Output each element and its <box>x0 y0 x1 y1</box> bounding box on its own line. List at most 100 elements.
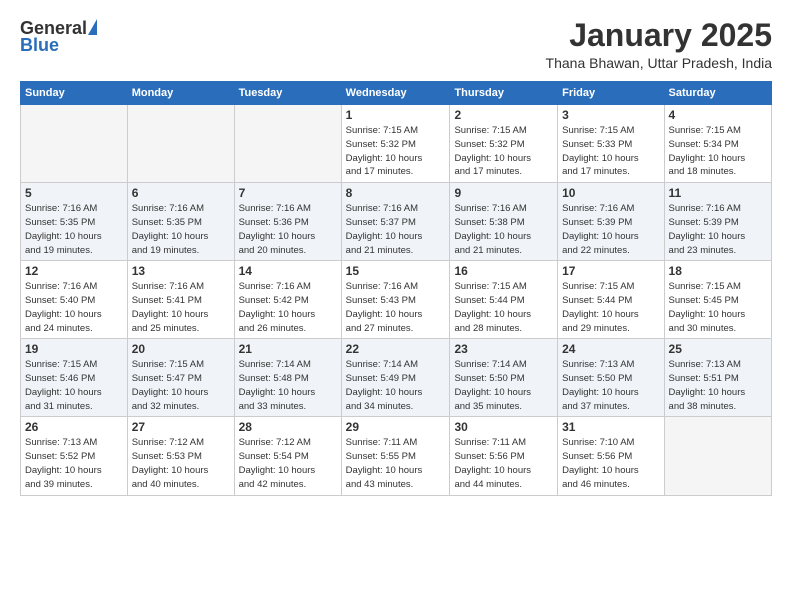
day-number: 3 <box>562 108 659 122</box>
day-info: Sunrise: 7:16 AMSunset: 5:38 PMDaylight:… <box>454 202 553 257</box>
day-number: 28 <box>239 420 337 434</box>
calendar-week-row: 19Sunrise: 7:15 AMSunset: 5:46 PMDayligh… <box>21 339 772 417</box>
day-number: 7 <box>239 186 337 200</box>
day-info: Sunrise: 7:15 AMSunset: 5:45 PMDaylight:… <box>669 280 767 335</box>
calendar-day-cell: 6 Sunrise: 7:16 AMSunset: 5:35 PMDaylight… <box>127 183 234 261</box>
day-info: Sunrise: 7:12 AMSunset: 5:54 PMDaylight:… <box>239 436 337 491</box>
calendar-day-cell: 17 Sunrise: 7:15 AMSunset: 5:44 PMDayligh… <box>558 261 664 339</box>
day-number: 21 <box>239 342 337 356</box>
calendar-day-cell <box>21 105 128 183</box>
title-section: January 2025 Thana Bhawan, Uttar Pradesh… <box>546 18 772 71</box>
day-info: Sunrise: 7:15 AMSunset: 5:44 PMDaylight:… <box>562 280 659 335</box>
day-info: Sunrise: 7:15 AMSunset: 5:34 PMDaylight:… <box>669 124 767 179</box>
day-number: 10 <box>562 186 659 200</box>
calendar-day-cell <box>664 417 771 495</box>
day-number: 14 <box>239 264 337 278</box>
day-number: 18 <box>669 264 767 278</box>
calendar-day-cell: 26 Sunrise: 7:13 AMSunset: 5:52 PMDayligh… <box>21 417 128 495</box>
day-number: 25 <box>669 342 767 356</box>
day-info: Sunrise: 7:14 AMSunset: 5:48 PMDaylight:… <box>239 358 337 413</box>
calendar-day-cell: 1 Sunrise: 7:15 AMSunset: 5:32 PMDaylight… <box>341 105 450 183</box>
day-info: Sunrise: 7:14 AMSunset: 5:50 PMDaylight:… <box>454 358 553 413</box>
day-info: Sunrise: 7:16 AMSunset: 5:35 PMDaylight:… <box>132 202 230 257</box>
calendar-day-cell: 19Sunrise: 7:15 AMSunset: 5:46 PMDayligh… <box>21 339 128 417</box>
calendar-day-cell: 14 Sunrise: 7:16 AMSunset: 5:42 PMDayligh… <box>234 261 341 339</box>
calendar-day-cell: 7 Sunrise: 7:16 AMSunset: 5:36 PMDaylight… <box>234 183 341 261</box>
calendar-day-cell: 22Sunrise: 7:14 AMSunset: 5:49 PMDayligh… <box>341 339 450 417</box>
day-info: Sunrise: 7:15 AMSunset: 5:47 PMDaylight:… <box>132 358 230 413</box>
calendar-day-cell: 4 Sunrise: 7:15 AMSunset: 5:34 PMDaylight… <box>664 105 771 183</box>
day-number: 23 <box>454 342 553 356</box>
day-info: Sunrise: 7:16 AMSunset: 5:36 PMDaylight:… <box>239 202 337 257</box>
calendar-week-row: 26 Sunrise: 7:13 AMSunset: 5:52 PMDayligh… <box>21 417 772 495</box>
calendar-day-cell: 28 Sunrise: 7:12 AMSunset: 5:54 PMDayligh… <box>234 417 341 495</box>
calendar-table: SundayMondayTuesdayWednesdayThursdayFrid… <box>20 81 772 495</box>
calendar-day-cell: 21 Sunrise: 7:14 AMSunset: 5:48 PMDayligh… <box>234 339 341 417</box>
day-number: 12 <box>25 264 123 278</box>
day-info: Sunrise: 7:16 AMSunset: 5:35 PMDaylight:… <box>25 202 123 257</box>
calendar-day-cell <box>234 105 341 183</box>
day-info: Sunrise: 7:16 AMSunset: 5:37 PMDaylight:… <box>346 202 446 257</box>
day-number: 11 <box>669 186 767 200</box>
weekday-header: Monday <box>127 82 234 105</box>
calendar-day-cell: 16 Sunrise: 7:15 AMSunset: 5:44 PMDayligh… <box>450 261 558 339</box>
day-number: 8 <box>346 186 446 200</box>
day-number: 24 <box>562 342 659 356</box>
calendar-day-cell: 27 Sunrise: 7:12 AMSunset: 5:53 PMDayligh… <box>127 417 234 495</box>
day-info: Sunrise: 7:15 AMSunset: 5:32 PMDaylight:… <box>346 124 446 179</box>
calendar-day-cell: 30Sunrise: 7:11 AMSunset: 5:56 PMDayligh… <box>450 417 558 495</box>
logo: General Blue <box>20 18 97 56</box>
day-info: Sunrise: 7:10 AMSunset: 5:56 PMDaylight:… <box>562 436 659 491</box>
day-number: 26 <box>25 420 123 434</box>
calendar-day-cell: 20Sunrise: 7:15 AMSunset: 5:47 PMDayligh… <box>127 339 234 417</box>
day-info: Sunrise: 7:15 AMSunset: 5:44 PMDaylight:… <box>454 280 553 335</box>
calendar-day-cell: 15Sunrise: 7:16 AMSunset: 5:43 PMDayligh… <box>341 261 450 339</box>
calendar-day-cell: 13 Sunrise: 7:16 AMSunset: 5:41 PMDayligh… <box>127 261 234 339</box>
day-number: 17 <box>562 264 659 278</box>
calendar-day-cell: 3 Sunrise: 7:15 AMSunset: 5:33 PMDaylight… <box>558 105 664 183</box>
calendar-day-cell: 25 Sunrise: 7:13 AMSunset: 5:51 PMDayligh… <box>664 339 771 417</box>
calendar-day-cell: 2Sunrise: 7:15 AMSunset: 5:32 PMDaylight… <box>450 105 558 183</box>
calendar-day-cell: 31Sunrise: 7:10 AMSunset: 5:56 PMDayligh… <box>558 417 664 495</box>
day-number: 16 <box>454 264 553 278</box>
day-info: Sunrise: 7:12 AMSunset: 5:53 PMDaylight:… <box>132 436 230 491</box>
weekday-header: Sunday <box>21 82 128 105</box>
calendar-day-cell: 8 Sunrise: 7:16 AMSunset: 5:37 PMDaylight… <box>341 183 450 261</box>
day-info: Sunrise: 7:15 AMSunset: 5:33 PMDaylight:… <box>562 124 659 179</box>
calendar-day-cell: 12Sunrise: 7:16 AMSunset: 5:40 PMDayligh… <box>21 261 128 339</box>
location-title: Thana Bhawan, Uttar Pradesh, India <box>546 55 772 71</box>
calendar-day-cell: 10Sunrise: 7:16 AMSunset: 5:39 PMDayligh… <box>558 183 664 261</box>
weekday-header: Friday <box>558 82 664 105</box>
logo-blue: Blue <box>20 35 59 56</box>
calendar-day-cell: 5 Sunrise: 7:16 AMSunset: 5:35 PMDaylight… <box>21 183 128 261</box>
day-number: 19 <box>25 342 123 356</box>
calendar-week-row: 12Sunrise: 7:16 AMSunset: 5:40 PMDayligh… <box>21 261 772 339</box>
day-number: 29 <box>346 420 446 434</box>
calendar-day-cell: 9Sunrise: 7:16 AMSunset: 5:38 PMDaylight… <box>450 183 558 261</box>
day-number: 6 <box>132 186 230 200</box>
page-header: General Blue January 2025 Thana Bhawan, … <box>20 18 772 71</box>
day-info: Sunrise: 7:16 AMSunset: 5:42 PMDaylight:… <box>239 280 337 335</box>
calendar-day-cell: 24 Sunrise: 7:13 AMSunset: 5:50 PMDayligh… <box>558 339 664 417</box>
calendar-week-row: 5 Sunrise: 7:16 AMSunset: 5:35 PMDaylight… <box>21 183 772 261</box>
calendar-week-row: 1 Sunrise: 7:15 AMSunset: 5:32 PMDaylight… <box>21 105 772 183</box>
day-info: Sunrise: 7:16 AMSunset: 5:41 PMDaylight:… <box>132 280 230 335</box>
calendar-page: General Blue January 2025 Thana Bhawan, … <box>0 0 792 612</box>
weekday-header: Tuesday <box>234 82 341 105</box>
day-number: 13 <box>132 264 230 278</box>
weekday-header-row: SundayMondayTuesdayWednesdayThursdayFrid… <box>21 82 772 105</box>
day-number: 5 <box>25 186 123 200</box>
day-info: Sunrise: 7:13 AMSunset: 5:52 PMDaylight:… <box>25 436 123 491</box>
calendar-day-cell: 23 Sunrise: 7:14 AMSunset: 5:50 PMDayligh… <box>450 339 558 417</box>
day-info: Sunrise: 7:13 AMSunset: 5:50 PMDaylight:… <box>562 358 659 413</box>
weekday-header: Saturday <box>664 82 771 105</box>
day-number: 2 <box>454 108 553 122</box>
day-number: 27 <box>132 420 230 434</box>
day-number: 15 <box>346 264 446 278</box>
day-info: Sunrise: 7:13 AMSunset: 5:51 PMDaylight:… <box>669 358 767 413</box>
calendar-day-cell <box>127 105 234 183</box>
day-number: 4 <box>669 108 767 122</box>
month-title: January 2025 <box>546 18 772 53</box>
day-number: 22 <box>346 342 446 356</box>
day-number: 1 <box>346 108 446 122</box>
